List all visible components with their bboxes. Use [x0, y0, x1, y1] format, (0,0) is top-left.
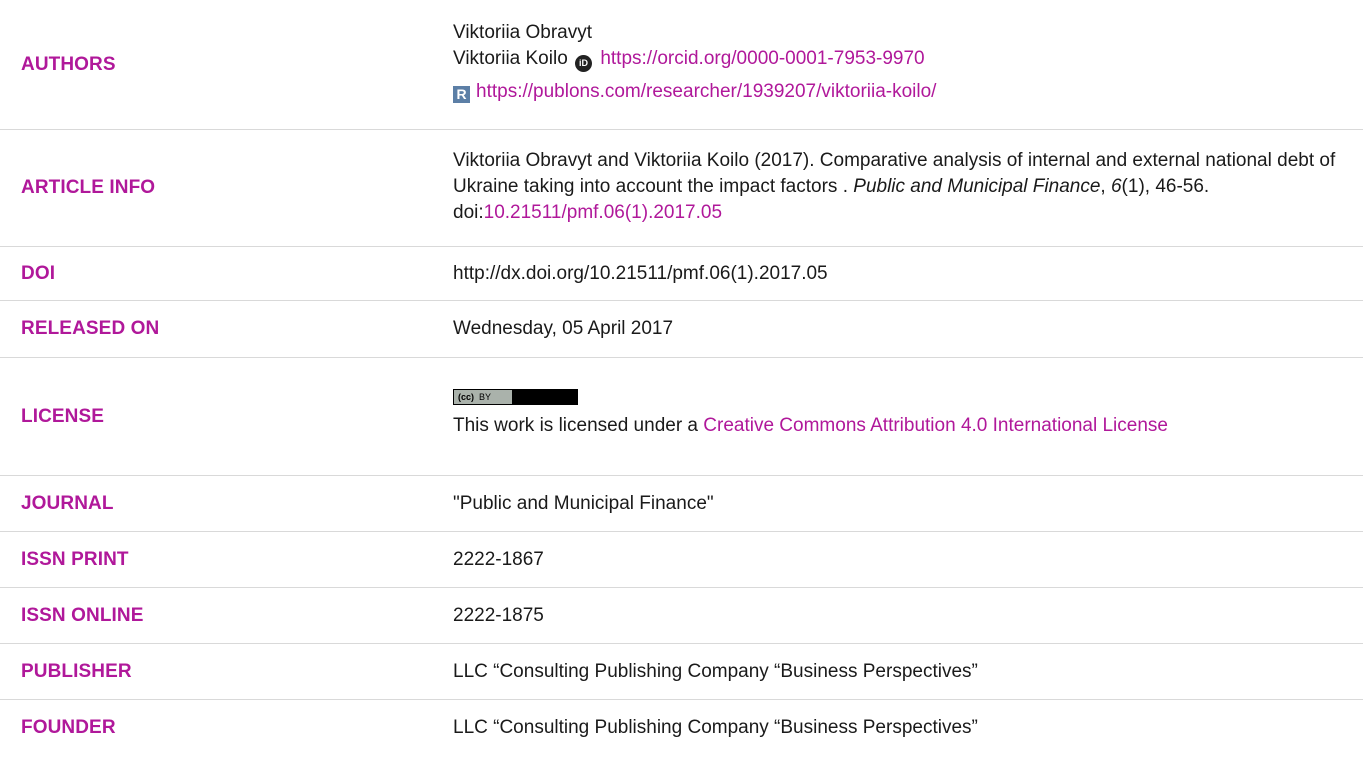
license-link[interactable]: Creative Commons Attribution 4.0 Interna… [703, 415, 1168, 436]
released-row: RELEASED ON Wednesday, 05 April 2017 [0, 301, 1363, 358]
authors-row: AUTHORS Viktoriia Obravyt Viktoriia Koil… [0, 0, 1363, 130]
license-label: LICENSE [21, 405, 105, 427]
article-info-value: Viktoriia Obravyt and Viktoriia Koilo (2… [453, 148, 1363, 226]
author-koilo-line: Viktoriia Koilo iD https://orcid.org/000… [453, 46, 1349, 72]
citation-doi-link[interactable]: 10.21511/pmf.06(1).2017.05 [484, 202, 722, 223]
founder-value: LLC “Consulting Publishing Company “Busi… [453, 717, 978, 738]
journal-value: "Public and Municipal Finance" [453, 492, 714, 514]
authors-value: Viktoriia Obravyt Viktoriia Koilo iD htt… [453, 20, 1363, 105]
license-text-line: This work is licensed under a Creative C… [453, 413, 1349, 439]
citation-volume: 6 [1110, 175, 1122, 197]
article-metadata-table: AUTHORS Viktoriia Obravyt Viktoriia Koil… [0, 0, 1363, 756]
license-value: (cc) BY This work is licensed under a Cre… [453, 387, 1363, 439]
issn-print-label: ISSN PRINT [21, 548, 129, 570]
issn-print-row: ISSN PRINT 2222-1867 [0, 532, 1363, 588]
issn-print-value: 2222-1867 [453, 548, 544, 570]
journal-row: JOURNAL "Public and Municipal Finance" [0, 476, 1363, 532]
released-label: RELEASED ON [21, 318, 160, 339]
publons-link[interactable]: https://publons.com/researcher/1939207/v… [476, 81, 936, 102]
author-obravyt: Viktoriia Obravyt [453, 22, 593, 43]
doi-row: DOI http://dx.doi.org/10.21511/pmf.06(1)… [0, 247, 1363, 301]
license-text: This work is licensed under a [453, 414, 704, 436]
publisher-row: PUBLISHER LLC “Consulting Publishing Com… [0, 644, 1363, 700]
publisher-value: LLC “Consulting Publishing Company “Busi… [453, 660, 978, 682]
publons-icon: R [453, 86, 470, 103]
orcid-icon: iD [575, 55, 593, 72]
founder-label: FOUNDER [21, 717, 116, 738]
released-value: Wednesday, 05 April 2017 [453, 318, 674, 339]
doi-value: http://dx.doi.org/10.21511/pmf.06(1).201… [453, 262, 828, 284]
publisher-label: PUBLISHER [21, 660, 132, 682]
article-info-label: ARTICLE INFO [21, 177, 156, 198]
citation-sep: , [1100, 175, 1111, 197]
cc-by-badge[interactable]: (cc) BY [453, 389, 578, 406]
issn-online-row: ISSN ONLINE 2222-1875 [0, 588, 1363, 644]
cc-badge-by: BY [479, 392, 492, 403]
journal-label: JOURNAL [21, 492, 114, 514]
cc-badge-cc: (cc) [458, 392, 475, 403]
citation-journal: Public and Municipal Finance [853, 175, 1101, 197]
founder-row: FOUNDER LLC “Consulting Publishing Compa… [0, 700, 1363, 756]
doi-label: DOI [21, 262, 56, 284]
article-info-row: ARTICLE INFO Viktoriia Obravyt and Vikto… [0, 130, 1363, 247]
issn-online-value: 2222-1875 [453, 604, 544, 626]
publons-line: Rhttps://publons.com/researcher/1939207/… [453, 79, 1349, 105]
author-koilo: Viktoriia Koilo [453, 48, 568, 69]
authors-label: AUTHORS [21, 53, 116, 75]
license-row: LICENSE (cc) BY This work is licensed und… [0, 358, 1363, 476]
issn-online-label: ISSN ONLINE [21, 604, 144, 626]
orcid-link[interactable]: https://orcid.org/0000-0001-7953-9970 [600, 48, 924, 69]
